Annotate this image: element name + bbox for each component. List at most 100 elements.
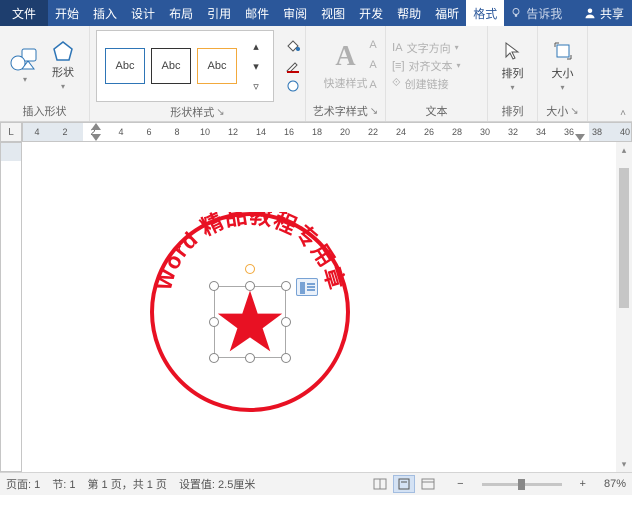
ribbon: ▾ 形状 ▾ 插入形状 Abc Abc Abc ▴ ▾ ▿: [0, 26, 632, 122]
view-print-layout[interactable]: [393, 475, 415, 493]
menu-file[interactable]: 文件: [0, 0, 48, 26]
shape-fill-button[interactable]: [284, 37, 302, 55]
group-shape-styles: Abc Abc Abc ▴ ▾ ▿ 形状样式↘: [90, 26, 306, 121]
wordart-a-icon: A: [335, 41, 355, 73]
view-read-mode[interactable]: [369, 475, 391, 493]
cursor-icon: [501, 39, 525, 63]
zoom-in-button[interactable]: +: [574, 478, 592, 490]
menu-foxit[interactable]: 福昕: [428, 0, 466, 26]
ruler-tick: 18: [312, 127, 322, 137]
ruler-tick: 20: [340, 127, 350, 137]
horizontal-ruler[interactable]: 4224681012141618202224262830323436384042: [22, 122, 632, 142]
dialog-launcher-icon[interactable]: ↘: [370, 106, 378, 117]
status-setting[interactable]: 设置值: 2.5厘米: [179, 476, 255, 492]
menu-design[interactable]: 设计: [124, 0, 162, 26]
resize-handle-se[interactable]: [281, 353, 291, 363]
layout-options-button[interactable]: [296, 278, 318, 296]
resize-handle-w[interactable]: [209, 317, 219, 327]
group-wordart-styles: A 快速样式 A A A 艺术字样式↘: [306, 26, 386, 121]
style-preset-1[interactable]: Abc: [105, 48, 145, 84]
text-direction-button[interactable]: ⅠA文字方向▾: [392, 40, 461, 56]
gallery-more-icon[interactable]: ▿: [247, 77, 265, 95]
status-page[interactable]: 页面: 1: [6, 476, 40, 492]
group-text: ⅠA文字方向▾ [≡]对齐文本▾ ⟐创建链接 文本: [386, 26, 488, 121]
resize-handle-n[interactable]: [245, 281, 255, 291]
size-button[interactable]: 大小 ▾: [547, 37, 579, 94]
ruler-tick: 14: [256, 127, 266, 137]
collapse-ribbon-button[interactable]: ˄: [616, 106, 630, 121]
create-link-button[interactable]: ⟐创建链接: [392, 76, 461, 92]
zoom-thumb[interactable]: [518, 479, 525, 490]
print-layout-icon: [397, 478, 411, 490]
tell-me[interactable]: 告诉我: [504, 5, 568, 22]
shape-style-gallery[interactable]: Abc Abc Abc ▴ ▾ ▿: [96, 30, 274, 102]
style-preset-3[interactable]: Abc: [197, 48, 237, 84]
shape-pentagon-icon: [52, 40, 74, 62]
menu-bar: 文件 开始 插入 设计 布局 引用 邮件 审阅 视图 开发 帮助 福昕 格式 告…: [0, 0, 632, 26]
resize-handle-nw[interactable]: [209, 281, 219, 291]
menu-view[interactable]: 视图: [314, 0, 352, 26]
status-page-of[interactable]: 第 1 页，共 1 页: [87, 476, 166, 492]
ruler-tick: 8: [174, 127, 179, 137]
ruler-tick: 38: [592, 127, 602, 137]
bucket-icon: [285, 39, 301, 53]
indent-marker-first-line[interactable]: [91, 123, 101, 130]
ruler-tick: 32: [508, 127, 518, 137]
arrange-button[interactable]: 排列 ▾: [497, 37, 529, 94]
menu-references[interactable]: 引用: [200, 0, 238, 26]
menu-layout[interactable]: 布局: [162, 0, 200, 26]
status-section[interactable]: 节: 1: [52, 476, 75, 492]
shapes-button[interactable]: 形状 ▾: [48, 38, 78, 93]
vertical-ruler[interactable]: [0, 142, 22, 472]
scroll-track[interactable]: [616, 158, 632, 456]
ruler-tick: 22: [368, 127, 378, 137]
style-preset-2[interactable]: Abc: [151, 48, 191, 84]
menu-developer[interactable]: 开发: [352, 0, 390, 26]
resize-handle-sw[interactable]: [209, 353, 219, 363]
zoom-level[interactable]: 87%: [604, 478, 626, 490]
ruler-tick: 30: [480, 127, 490, 137]
ruler-tick: 28: [452, 127, 462, 137]
rotate-handle[interactable]: [245, 264, 255, 274]
vertical-scrollbar[interactable]: ▴ ▾: [616, 142, 632, 472]
text-outline-button[interactable]: A: [364, 56, 382, 74]
gallery-up-icon[interactable]: ▴: [247, 37, 265, 55]
zoom-slider[interactable]: [482, 483, 562, 486]
menu-home[interactable]: 开始: [48, 0, 86, 26]
menu-review[interactable]: 审阅: [276, 0, 314, 26]
resize-handle-e[interactable]: [281, 317, 291, 327]
text-fill-button[interactable]: A: [364, 36, 382, 54]
scroll-down-icon[interactable]: ▾: [616, 456, 632, 472]
align-text-button[interactable]: [≡]对齐文本▾: [392, 58, 461, 74]
menu-format[interactable]: 格式: [466, 0, 504, 26]
indent-marker-right[interactable]: [575, 134, 585, 141]
menu-mailings[interactable]: 邮件: [238, 0, 276, 26]
shape-effects-button[interactable]: [284, 77, 302, 95]
document-area[interactable]: Word 精品教程专用章 ▴ ▾: [22, 142, 632, 472]
ruler-tick: 4: [34, 127, 39, 137]
dialog-launcher-icon[interactable]: ↘: [216, 107, 224, 118]
resize-handle-s[interactable]: [245, 353, 255, 363]
menu-insert[interactable]: 插入: [86, 0, 124, 26]
shapes-gallery-button[interactable]: ▾: [6, 45, 44, 86]
scroll-thumb[interactable]: [619, 168, 629, 308]
text-direction-icon: ⅠA: [392, 41, 403, 54]
ruler-tick: 26: [424, 127, 434, 137]
tab-selector[interactable]: L: [0, 122, 22, 142]
menu-help[interactable]: 帮助: [390, 0, 428, 26]
ruler-tick: 34: [536, 127, 546, 137]
resize-handle-ne[interactable]: [281, 281, 291, 291]
zoom-out-button[interactable]: −: [451, 478, 469, 490]
scroll-up-icon[interactable]: ▴: [616, 142, 632, 158]
page: Word 精品教程专用章: [50, 152, 622, 472]
selection-frame[interactable]: [214, 286, 286, 358]
indent-marker-hanging[interactable]: [91, 134, 101, 141]
shape-outline-button[interactable]: [284, 57, 302, 75]
text-effects-button[interactable]: A: [364, 76, 382, 94]
ruler-tick: 36: [564, 127, 574, 137]
view-web-layout[interactable]: [417, 475, 439, 493]
gallery-down-icon[interactable]: ▾: [247, 57, 265, 75]
ruler-tick: 12: [228, 127, 238, 137]
dialog-launcher-icon[interactable]: ↘: [570, 106, 578, 117]
share-button[interactable]: 共享: [576, 5, 632, 22]
